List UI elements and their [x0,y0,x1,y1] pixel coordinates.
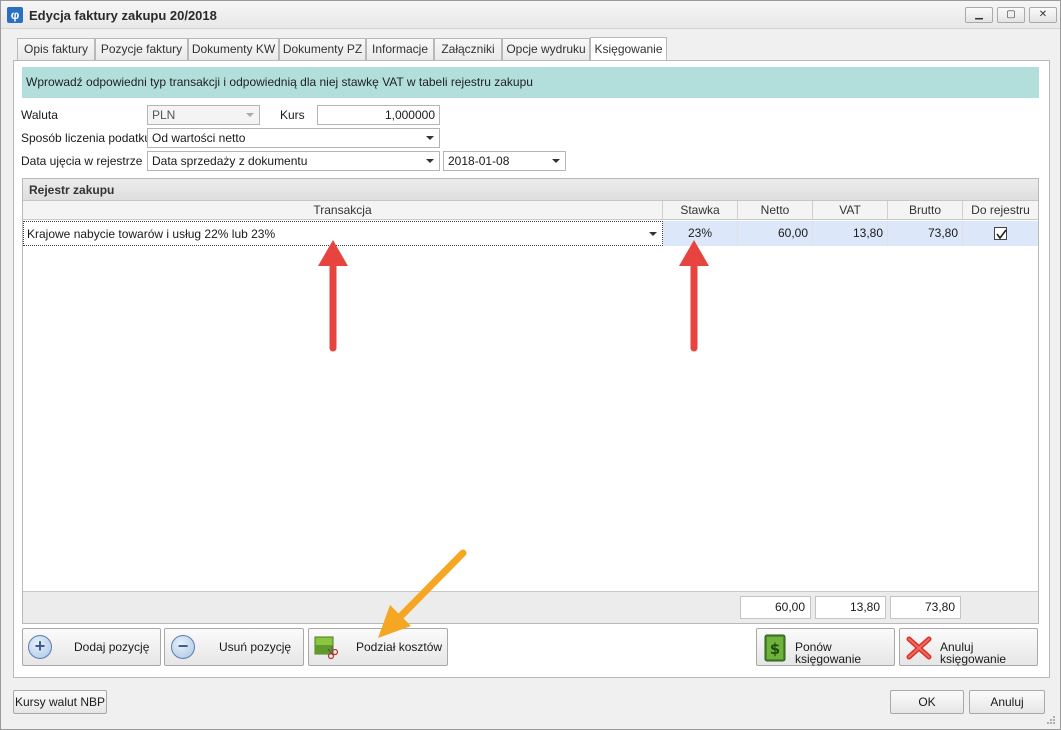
tab-ksiegowanie[interactable]: Księgowanie [590,37,667,60]
total-net: 60,00 [740,596,811,619]
resize-grip-icon[interactable] [1046,715,1056,725]
cost-split-label: Podział kosztów [356,640,443,654]
col-vat[interactable]: VAT [813,201,888,220]
cost-split-button[interactable]: Podział kosztów [308,628,448,666]
cancel-button[interactable]: Anuluj [969,690,1045,714]
add-position-button[interactable]: + Dodaj pozycję [22,628,161,666]
tab-informacje[interactable]: Informacje [366,38,434,60]
col-do-rejestru[interactable]: Do rejestru [963,201,1038,220]
col-transakcja[interactable]: Transakcja [23,201,663,220]
chevron-down-icon [426,159,434,163]
money-book-icon: $ [763,634,787,665]
title-bar: φ Edycja faktury zakupu 20/2018 ▁ ▢ ✕ [1,1,1060,29]
register-checkbox-cell[interactable] [963,221,1038,246]
check-icon [996,229,1007,240]
purchase-register-title: Rejestr zakupu [23,179,1038,201]
tax-method-label: Sposób liczenia podatku [21,131,152,145]
currency-select[interactable]: PLN [147,105,260,125]
repost-button[interactable]: $ Ponów księgowanie [756,628,895,666]
tax-method-select[interactable]: Od wartości netto [147,128,440,148]
gross-cell[interactable]: 73,80 [888,221,963,246]
ok-button[interactable]: OK [890,690,964,714]
scissors-icon [314,636,339,663]
maximize-button[interactable]: ▢ [997,7,1025,23]
tab-dokumenty-pz[interactable]: Dokumenty PZ [279,38,366,60]
register-checkbox[interactable] [994,227,1007,240]
net-cell[interactable]: 60,00 [738,221,813,246]
col-netto[interactable]: Netto [738,201,813,220]
info-banner: Wprowadź odpowiedni typ transakcji i odp… [22,67,1039,98]
register-date-source-select[interactable]: Data sprzedaży z dokumentu [147,151,440,171]
app-logo-icon: φ [7,7,23,23]
cancel-posting-button[interactable]: Anuluj księgowanie [899,628,1038,666]
close-button[interactable]: ✕ [1029,7,1057,23]
minimize-icon: ▁ [975,9,983,20]
total-gross: 73,80 [890,596,961,619]
cancel-posting-label: Anuluj księgowanie [940,640,1007,666]
repost-label: Ponów księgowanie [795,640,862,666]
remove-position-label: Usuń pozycję [219,640,292,654]
tab-opis-faktury[interactable]: Opis faktury [17,38,95,60]
chevron-down-icon [246,113,254,117]
chevron-down-icon [426,136,434,140]
red-x-icon [906,636,932,663]
currency-label: Waluta [21,108,58,122]
col-brutto[interactable]: Brutto [888,201,963,220]
svg-text:$: $ [770,640,780,658]
register-date-source-value: Data sprzedaży z dokumentu [152,154,308,168]
register-date-picker[interactable]: 2018-01-08 [443,151,566,171]
vat-cell[interactable]: 13,80 [813,221,888,246]
tax-method-value: Od wartości netto [152,131,246,145]
table-row[interactable]: Krajowe nabycie towarów i usług 22% lub … [23,221,1038,246]
rate-label: Kurs [280,108,305,122]
tab-dokumenty-kw[interactable]: Dokumenty KW [188,38,279,60]
currency-value: PLN [152,108,176,122]
chevron-down-icon [552,159,560,163]
minimize-button[interactable]: ▁ [965,7,993,23]
col-stawka[interactable]: Stawka [663,201,738,220]
remove-position-button[interactable]: − Usuń pozycję [164,628,304,666]
add-position-label: Dodaj pozycję [74,640,150,654]
transaction-value: Krajowe nabycie towarów i usług 22% lub … [27,227,276,241]
transaction-cell[interactable]: Krajowe nabycie towarów i usług 22% lub … [23,221,663,246]
plus-icon: + [28,635,52,659]
total-vat: 13,80 [815,596,886,619]
rate-cell[interactable]: 23% [663,221,738,246]
purchase-register-group: Rejestr zakupu Transakcja Stawka Netto V… [22,178,1039,624]
minus-icon: − [171,635,195,659]
chevron-down-icon [649,232,657,236]
invoice-edit-window: φ Edycja faktury zakupu 20/2018 ▁ ▢ ✕ Op… [0,0,1061,730]
tab-opcje-wydruku[interactable]: Opcje wydruku [502,38,590,60]
tab-pozycje-faktury[interactable]: Pozycje faktury [95,38,188,60]
grid-header: Transakcja Stawka Netto VAT Brutto Do re… [23,201,1038,220]
totals-footer: 60,00 13,80 73,80 [23,591,1038,623]
nbp-rates-button[interactable]: Kursy walut NBP [13,690,107,714]
tab-zalaczniki[interactable]: Załączniki [434,38,502,60]
register-date-label: Data ujęcia w rejestrze [21,154,143,168]
register-date-value: 2018-01-08 [448,154,510,168]
maximize-icon: ▢ [1006,9,1016,20]
close-icon: ✕ [1038,9,1048,20]
window-title: Edycja faktury zakupu 20/2018 [29,8,217,23]
ksiegowanie-panel: Wprowadź odpowiedni typ transakcji i odp… [13,60,1050,678]
rate-input[interactable]: 1,000000 [317,105,440,125]
